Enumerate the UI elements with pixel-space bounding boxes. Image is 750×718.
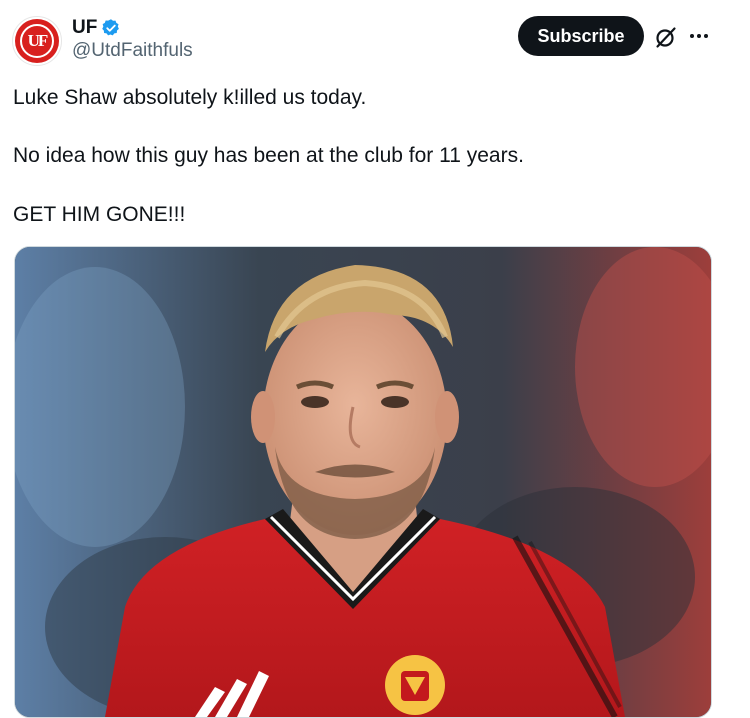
author-handle[interactable]: @UtdFaithfuls bbox=[72, 40, 193, 62]
tweet-text-line-2: No idea how this guy has been at the clu… bbox=[13, 144, 524, 167]
author-avatar[interactable]: UF bbox=[12, 16, 62, 66]
tweet-text-line-3: GET HIM GONE!!! bbox=[13, 203, 186, 226]
subscribe-button[interactable]: Subscribe bbox=[518, 16, 644, 56]
tweet-text-line-1: Luke Shaw absolutely k!illed us today. bbox=[13, 86, 367, 109]
footballer-photo bbox=[15, 247, 711, 717]
grok-icon[interactable] bbox=[654, 25, 678, 49]
author-name-row: UF bbox=[72, 16, 121, 40]
avatar-ring: UF bbox=[15, 19, 59, 63]
verified-badge-icon bbox=[102, 19, 120, 36]
more-options-icon[interactable] bbox=[688, 24, 710, 48]
tweet-card: UF UF @UtdFaithfuls Subscribe Luke Shaw … bbox=[0, 0, 750, 718]
author-display-name[interactable]: UF bbox=[72, 17, 97, 39]
avatar-logo-text: UF bbox=[20, 24, 54, 58]
tweet-media-image[interactable] bbox=[14, 246, 712, 718]
